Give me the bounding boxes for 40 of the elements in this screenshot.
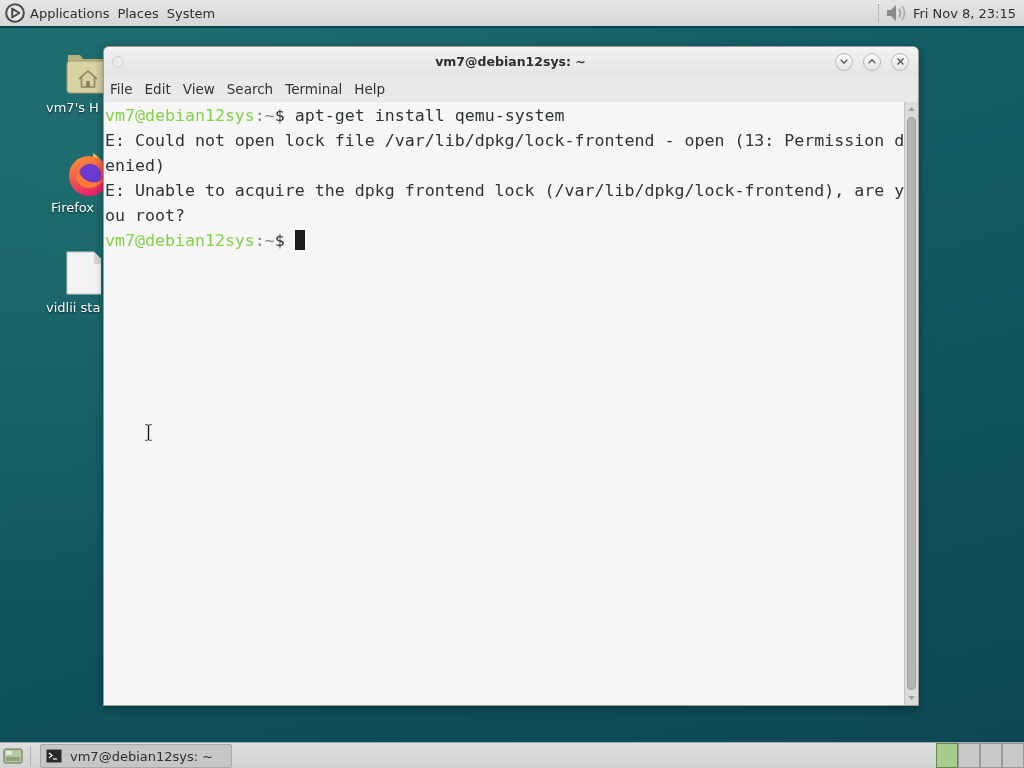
- scrollbar-track[interactable]: [904, 102, 918, 705]
- clock[interactable]: Fri Nov 8, 23:15: [912, 5, 1016, 21]
- chevron-down-icon: [840, 59, 848, 64]
- desktop-icon-label: vm7's H: [45, 100, 99, 116]
- document-icon[interactable]: [66, 251, 101, 295]
- desktop-icon-label: Firefox: [50, 200, 95, 216]
- terminal-icon: [46, 749, 62, 763]
- workspace-button[interactable]: [1002, 743, 1024, 768]
- menu-item[interactable]: Edit: [138, 81, 177, 97]
- terminal-line: vm7@debian12sys:~$: [105, 231, 286, 250]
- terminal-line: vm7@debian12sys:~$ apt-get install qemu-system: [105, 106, 565, 125]
- desktop-icon-label: vidlii sta: [45, 300, 101, 316]
- workspace-button[interactable]: [958, 743, 980, 768]
- menu-logo-icon[interactable]: [5, 3, 25, 23]
- close-button[interactable]: [891, 52, 909, 71]
- ibeam-pointer-icon: [144, 423, 153, 442]
- menu-item[interactable]: Search: [220, 81, 280, 97]
- menu-item[interactable]: Help: [348, 81, 392, 97]
- panel-menu[interactable]: System: [166, 5, 216, 21]
- menu-item[interactable]: View: [176, 81, 221, 97]
- show-desktop-icon[interactable]: [3, 746, 23, 765]
- workspace-button[interactable]: [980, 743, 1002, 768]
- scroll-down-arrow-icon[interactable]: [908, 696, 915, 700]
- terminal-line: E: Unable to acquire the dpkg frontend lock (/var/lib/dpkg/lock-frontend), are you root?: [105, 181, 904, 225]
- maximize-button[interactable]: [863, 52, 881, 71]
- panel-menu[interactable]: Applications: [30, 5, 110, 21]
- taskbar-button[interactable]: vm7@debian12sys: ~: [40, 744, 232, 768]
- panel-menu[interactable]: Places: [117, 5, 159, 21]
- menu-item[interactable]: File: [104, 81, 139, 97]
- workspace-button[interactable]: [936, 743, 958, 768]
- window-menu-button[interactable]: [112, 55, 124, 68]
- menu-item[interactable]: Terminal: [279, 81, 349, 97]
- home-folder-icon[interactable]: [66, 52, 103, 94]
- terminal-line: E: Could not open lock file /var/lib/dpkg/lock-frontend - open (13: Permission denied): [105, 131, 904, 175]
- scrollbar-thumb[interactable]: [907, 117, 916, 690]
- chevron-up-icon: [868, 59, 876, 64]
- close-icon: [896, 58, 904, 65]
- window-title: vm7@debian12sys: ~: [435, 54, 586, 69]
- scroll-up-arrow-icon[interactable]: [908, 107, 915, 111]
- minimize-button[interactable]: [835, 52, 853, 71]
